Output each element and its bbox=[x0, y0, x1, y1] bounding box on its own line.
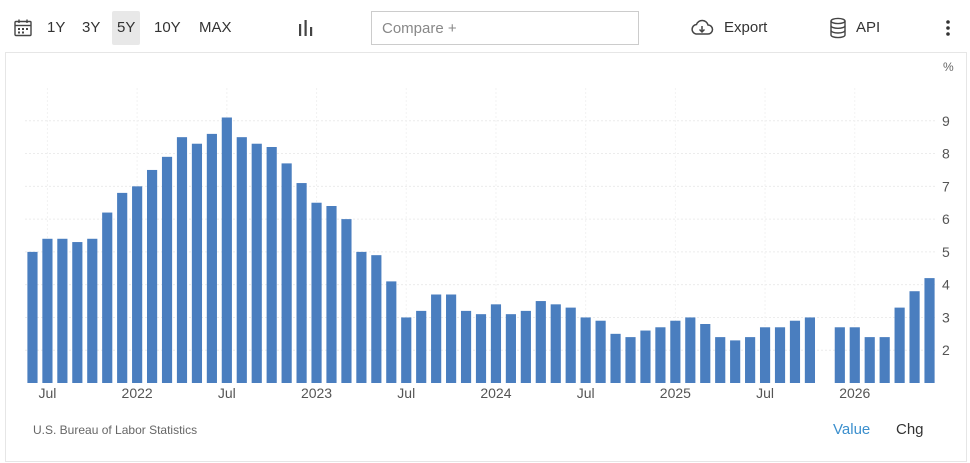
range-1y-button[interactable]: 1Y bbox=[42, 11, 70, 45]
bar[interactable] bbox=[311, 202, 322, 383]
bar[interactable] bbox=[625, 337, 636, 383]
range-5y-button[interactable]: 5Y bbox=[112, 11, 141, 45]
x-tick-label: 2026 bbox=[839, 385, 870, 401]
bar[interactable] bbox=[191, 143, 203, 383]
x-tick-label: Jul bbox=[218, 385, 236, 401]
bar[interactable] bbox=[685, 317, 696, 383]
bar[interactable] bbox=[356, 251, 367, 383]
bar[interactable] bbox=[700, 324, 711, 383]
y-tick-label: 7 bbox=[942, 178, 950, 194]
bar[interactable] bbox=[730, 340, 741, 383]
bar[interactable] bbox=[102, 212, 113, 383]
bar[interactable] bbox=[72, 242, 83, 383]
y-tick-label: 3 bbox=[942, 309, 950, 325]
bar[interactable] bbox=[401, 317, 412, 383]
bar[interactable] bbox=[670, 320, 681, 383]
bar[interactable] bbox=[431, 294, 442, 384]
y-tick-label: 2 bbox=[942, 342, 950, 358]
bar[interactable] bbox=[715, 337, 726, 383]
bar[interactable] bbox=[550, 304, 561, 383]
bar[interactable] bbox=[176, 137, 188, 383]
bar[interactable] bbox=[326, 206, 337, 383]
x-tick-label: Jul bbox=[756, 385, 774, 401]
x-tick-label: 2025 bbox=[660, 385, 691, 401]
bar[interactable] bbox=[745, 337, 756, 383]
bar[interactable] bbox=[281, 163, 292, 383]
bar[interactable] bbox=[879, 337, 890, 383]
y-tick-label: 5 bbox=[942, 244, 950, 260]
bar[interactable] bbox=[206, 133, 217, 383]
range-max-button[interactable]: MAX bbox=[194, 11, 237, 45]
bar[interactable] bbox=[475, 314, 487, 383]
bar[interactable] bbox=[296, 183, 307, 383]
source-label: U.S. Bureau of Labor Statistics bbox=[33, 423, 198, 437]
bar[interactable] bbox=[909, 291, 920, 383]
bar[interactable] bbox=[221, 117, 232, 384]
y-tick-label: 4 bbox=[942, 277, 950, 293]
bar[interactable] bbox=[446, 294, 457, 384]
x-tick-label: Jul bbox=[38, 385, 56, 401]
y-tick-label: 9 bbox=[942, 113, 950, 129]
bar[interactable] bbox=[27, 251, 38, 383]
bar[interactable] bbox=[759, 327, 771, 383]
range-10y-button[interactable]: 10Y bbox=[149, 11, 186, 45]
bar[interactable] bbox=[595, 320, 606, 383]
bar[interactable] bbox=[864, 337, 875, 383]
x-tick-label: Jul bbox=[577, 385, 595, 401]
export-button[interactable]: Export bbox=[724, 11, 767, 45]
x-tick-label: 2023 bbox=[301, 385, 332, 401]
change-tab[interactable]: Chg bbox=[896, 421, 924, 438]
bar[interactable] bbox=[266, 147, 277, 383]
bar[interactable] bbox=[804, 317, 816, 383]
bar-chart-icon[interactable] bbox=[296, 18, 316, 38]
bar[interactable] bbox=[774, 327, 786, 383]
bar[interactable] bbox=[132, 186, 143, 383]
bar[interactable] bbox=[894, 307, 905, 383]
bar[interactable] bbox=[505, 314, 516, 383]
y-tick-label: 6 bbox=[942, 211, 950, 227]
bar[interactable] bbox=[924, 278, 935, 383]
bar[interactable] bbox=[117, 192, 128, 383]
bar[interactable] bbox=[565, 307, 576, 383]
value-tab[interactable]: Value bbox=[833, 421, 870, 438]
database-icon[interactable] bbox=[828, 17, 848, 39]
x-tick-label: Jul bbox=[397, 385, 415, 401]
more-options-icon[interactable] bbox=[940, 18, 956, 38]
bar[interactable] bbox=[610, 333, 621, 383]
bar[interactable] bbox=[490, 304, 502, 383]
x-tick-label: 2022 bbox=[122, 385, 153, 401]
bar[interactable] bbox=[460, 310, 472, 383]
chart-toolbar: 1Y 3Y 5Y 10Y MAX Export API bbox=[0, 0, 970, 52]
api-button[interactable]: API bbox=[856, 11, 880, 45]
bar[interactable] bbox=[640, 330, 651, 383]
bar[interactable] bbox=[849, 327, 860, 383]
y-tick-label: 8 bbox=[942, 146, 950, 162]
bar[interactable] bbox=[87, 238, 98, 383]
bar[interactable] bbox=[789, 320, 801, 383]
bar[interactable] bbox=[57, 238, 68, 383]
bar[interactable] bbox=[161, 156, 173, 383]
compare-input[interactable] bbox=[371, 11, 639, 45]
bar[interactable] bbox=[371, 255, 382, 383]
y-axis-unit: % bbox=[943, 60, 954, 74]
bar[interactable] bbox=[416, 310, 427, 383]
range-3y-button[interactable]: 3Y bbox=[77, 11, 105, 45]
bar[interactable] bbox=[655, 327, 666, 383]
bar[interactable] bbox=[520, 310, 531, 383]
bar[interactable] bbox=[236, 137, 247, 383]
chart-box: 2 3 4 5 6 7 8 9 Jul 2022 Jul 2023 Jul 2024 Jul 2025 Jul… bbox=[5, 52, 967, 462]
bar[interactable] bbox=[535, 301, 546, 383]
bar[interactable] bbox=[834, 327, 845, 383]
calendar-icon[interactable] bbox=[13, 18, 33, 38]
bar[interactable] bbox=[386, 281, 397, 383]
cloud-download-icon[interactable] bbox=[690, 18, 714, 38]
bar[interactable] bbox=[341, 219, 352, 383]
bar[interactable] bbox=[42, 238, 53, 383]
x-tick-label: 2024 bbox=[480, 385, 511, 401]
bar[interactable] bbox=[580, 317, 591, 383]
bar[interactable] bbox=[146, 169, 158, 383]
bar[interactable] bbox=[251, 143, 262, 383]
